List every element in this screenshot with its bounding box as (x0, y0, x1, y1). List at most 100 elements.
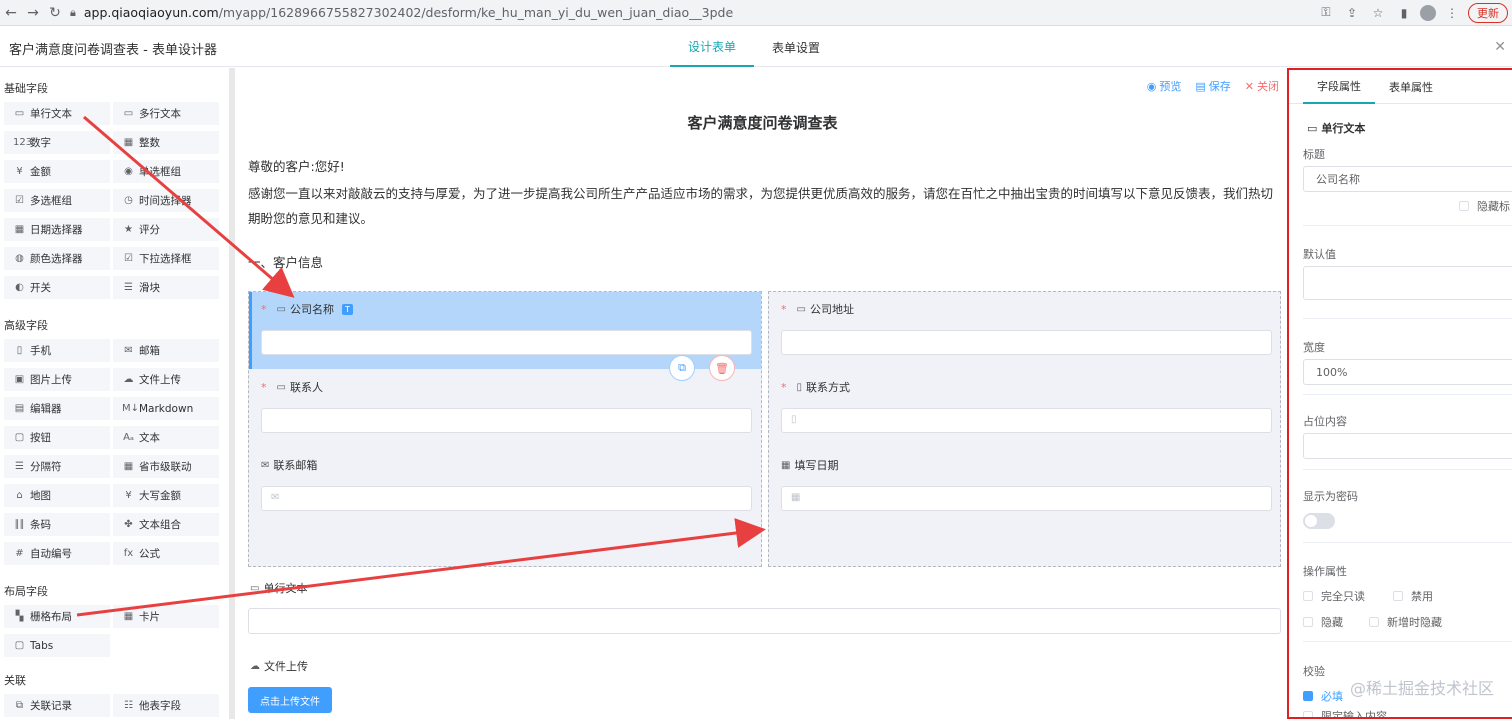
required-mark: * (781, 380, 787, 394)
component-item-select[interactable]: ☑ 下拉选择框 (113, 247, 219, 270)
component-item-slider[interactable]: ☰ 滑块 (113, 276, 219, 299)
forward-icon[interactable]: → (22, 2, 44, 24)
hide-on-add-label: 新增时隐藏 (1387, 616, 1442, 629)
update-button[interactable]: 更新 (1468, 2, 1508, 23)
close-button[interactable]: ✕ 关闭 (1245, 78, 1279, 94)
component-item-number[interactable]: 123 数字 (4, 131, 110, 154)
back-icon[interactable]: ← (0, 2, 22, 24)
component-item-card[interactable]: ▦ 卡片 (113, 605, 219, 628)
component-item-money[interactable]: ¥ 金额 (4, 160, 110, 183)
component-item-tabs[interactable]: ▢ Tabs (4, 634, 110, 657)
close-icon[interactable]: ✕ (1494, 39, 1506, 55)
component-item-link-record[interactable]: ⧉ 关联记录 (4, 694, 110, 717)
barcode-icon: ∥∥ (14, 519, 25, 530)
label-text: 公司名称 (289, 303, 334, 316)
contact-input[interactable] (261, 408, 752, 433)
component-item-textarea[interactable]: ▭ 多行文本 (113, 102, 219, 125)
company-name-input[interactable] (261, 330, 752, 355)
sidepanel-icon[interactable]: ▮ (1394, 3, 1414, 23)
default-value-input[interactable] (1303, 266, 1512, 300)
width-input[interactable]: 100% (1303, 359, 1512, 385)
palette-scrollbar[interactable] (229, 68, 235, 719)
hidden-checkbox[interactable]: 隐藏 (1303, 614, 1343, 630)
component-item-divider[interactable]: ☰ 分隔符 (4, 455, 110, 478)
component-item-other-field[interactable]: ☷ 他表字段 (113, 694, 219, 717)
component-item-editor[interactable]: ▤ 编辑器 (4, 397, 110, 420)
component-item-text[interactable]: Aₐ 文本 (113, 426, 219, 449)
email-input[interactable]: ✉ (261, 486, 752, 511)
component-item-mail[interactable]: ✉ 邮箱 (113, 339, 219, 362)
tab-form-settings[interactable]: 表单设置 (754, 27, 838, 67)
component-item-formula[interactable]: fx 公式 (113, 542, 219, 565)
component-item-palette[interactable]: ◍ 颜色选择器 (4, 247, 110, 270)
component-item-image[interactable]: ▣ 图片上传 (4, 368, 110, 391)
readonly-checkbox[interactable]: 完全只读 (1303, 588, 1365, 604)
tab-design-form[interactable]: 设计表单 (670, 27, 755, 67)
preview-button[interactable]: ◉ 预览 (1147, 78, 1182, 94)
address-bar[interactable]: 🔒︎ app.qiaoqiaoyun.com /myapp/1628966755… (66, 2, 1316, 24)
component-item-checkbox[interactable]: ☑ 多选框组 (4, 189, 110, 212)
disabled-label: 禁用 (1411, 590, 1433, 603)
hide-on-add-checkbox[interactable]: 新增时隐藏 (1369, 614, 1442, 630)
component-label: 整数 (139, 137, 160, 149)
hide-title-checkbox[interactable]: 隐藏标 (1459, 198, 1510, 214)
password-switch[interactable] (1303, 513, 1335, 529)
component-item-grid[interactable]: ▚ 栅格布局 (4, 605, 110, 628)
placeholder-input[interactable] (1303, 433, 1512, 459)
field-label-single-text: ▭ 单行文本 (250, 580, 307, 596)
preview-label: 预览 (1159, 80, 1182, 93)
save-button[interactable]: ▤ 保存 (1195, 78, 1230, 94)
upload-file-button[interactable]: 点击上传文件 (248, 687, 332, 713)
required-mark: * (781, 302, 787, 316)
component-item-calendar[interactable]: ▦ 日期选择器 (4, 218, 110, 241)
date-input[interactable]: ▦ (781, 486, 1272, 511)
form-canvas: ◉ 预览 ▤ 保存 ✕ 关闭 客户满意度问卷调查表 尊敬的客户:您好! 感谢您一直以来… (236, 68, 1289, 719)
component-item-radio[interactable]: ◉ 单选框组 (113, 160, 219, 183)
properties-tabs: 字段属性 表单属性 (1289, 70, 1512, 104)
component-item-phone[interactable]: ▯ 手机 (4, 339, 110, 362)
text-icon: Aₐ (123, 432, 134, 443)
component-item-switch[interactable]: ◐ 开关 (4, 276, 110, 299)
phone-input[interactable]: ▯ (781, 408, 1272, 433)
component-item-group[interactable]: ✤ 文本组合 (113, 513, 219, 536)
profile-avatar[interactable] (1420, 4, 1436, 21)
component-label: 日期选择器 (30, 224, 83, 236)
company-address-input[interactable] (781, 330, 1272, 355)
component-item-button[interactable]: ▢ 按钮 (4, 426, 110, 449)
component-item-uppercase-money[interactable]: ¥ 大写金额 (113, 484, 219, 507)
grid-column-right[interactable]: * ▭ 公司地址 * ▯ 联系方式 ▯ ▦ 填写日期 ▦ (768, 291, 1281, 567)
share-icon[interactable]: ⇪ (1342, 3, 1362, 23)
component-item-star[interactable]: ★ 评分 (113, 218, 219, 241)
component-item-cloud-upload[interactable]: ☁ 文件上传 (113, 368, 219, 391)
divider (1303, 641, 1512, 642)
copy-icon[interactable]: ⧉ (669, 355, 695, 381)
component-item-map[interactable]: ⌂ 地图 (4, 484, 110, 507)
component-label: 滑块 (139, 282, 160, 294)
title-input[interactable]: 公司名称 (1303, 166, 1512, 192)
limit-input-checkbox[interactable]: 限定输入内容 (1303, 708, 1387, 717)
tab-form-properties[interactable]: 表单属性 (1375, 70, 1447, 104)
component-item-markdown[interactable]: M↓ Markdown (113, 397, 219, 420)
menu-dots-icon[interactable]: ⋮ (1442, 3, 1462, 23)
component-label: 评分 (139, 224, 160, 236)
component-item-hash[interactable]: # 自动编号 (4, 542, 110, 565)
disabled-checkbox[interactable]: 禁用 (1393, 588, 1433, 604)
component-label: 关联记录 (30, 700, 72, 712)
required-checkbox[interactable]: 必填 (1303, 688, 1343, 704)
key-icon[interactable]: ⚿ (1316, 3, 1336, 23)
label-text: 联系人 (289, 381, 323, 394)
field-label-company-name: * ▭ 公司名称 T (261, 301, 353, 317)
integer-icon: ▦ (123, 137, 134, 148)
bookmark-star-icon[interactable]: ☆ (1368, 3, 1388, 23)
component-item-clock[interactable]: ◷ 时间选择器 (113, 189, 219, 212)
component-item-barcode[interactable]: ∥∥ 条码 (4, 513, 110, 536)
tab-field-properties[interactable]: 字段属性 (1303, 70, 1375, 104)
component-item-integer[interactable]: ▦ 整数 (113, 131, 219, 154)
delete-icon[interactable]: 🗑︎ (709, 355, 735, 381)
mail-icon: ✉ (124, 345, 133, 356)
grid-column-left[interactable]: * ▭ 公司名称 T ⧉ 🗑︎ * ▭ 联系人 ✉ 联系邮箱 ✉ (248, 291, 762, 567)
reload-icon[interactable]: ↻ (44, 2, 66, 24)
component-item-region[interactable]: ▦ 省市级联动 (113, 455, 219, 478)
component-item-input[interactable]: ▭ 单行文本 (4, 102, 110, 125)
single-text-input[interactable] (248, 608, 1281, 634)
